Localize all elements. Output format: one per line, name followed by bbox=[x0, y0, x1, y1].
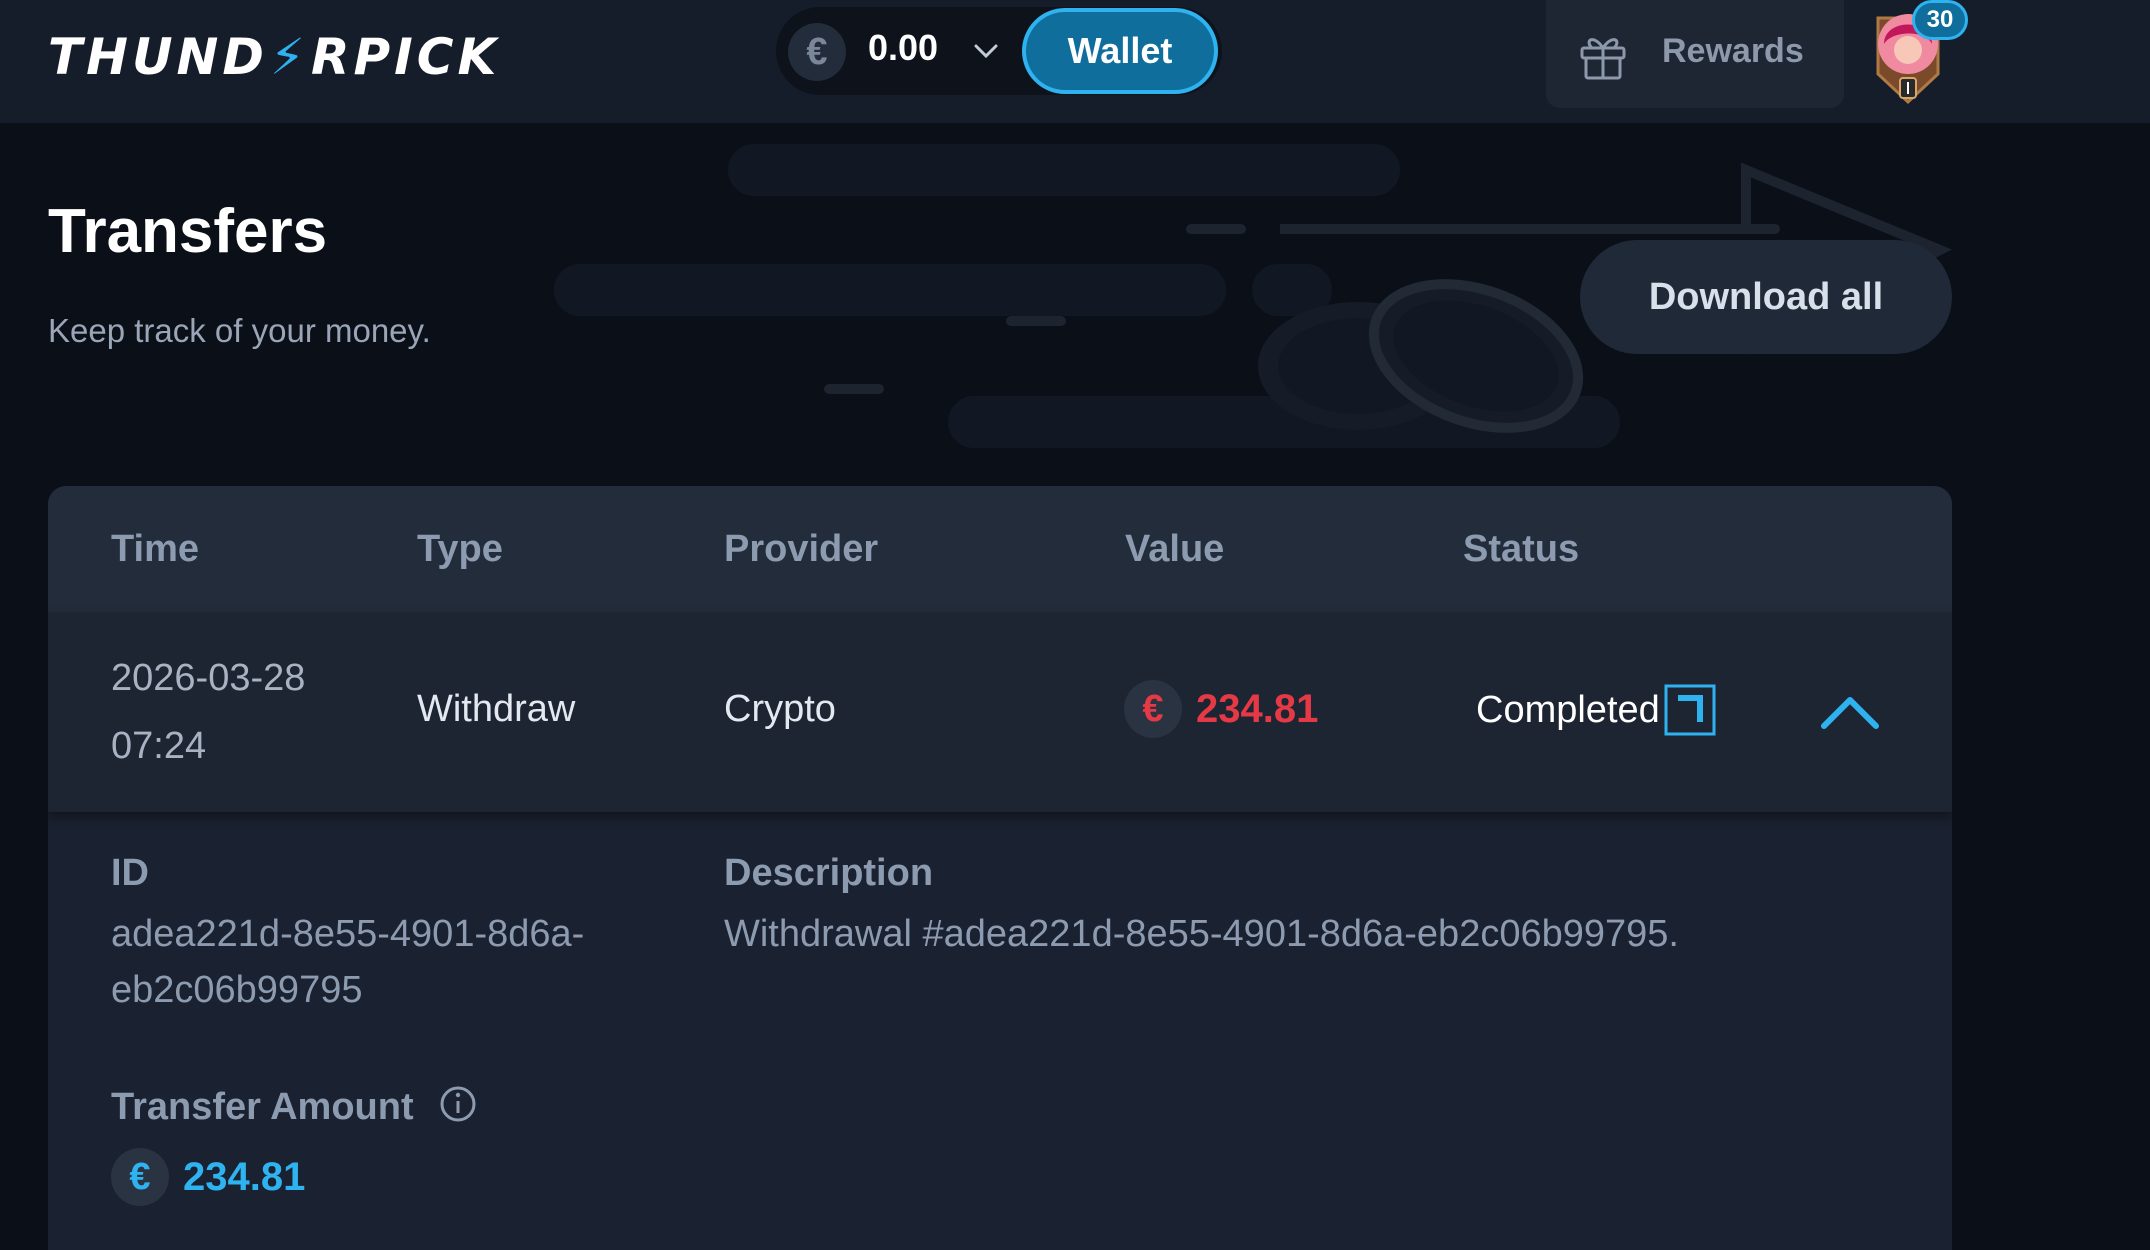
transfer-provider: Crypto bbox=[724, 688, 836, 730]
level-badge: 30 bbox=[1912, 0, 1968, 40]
transfer-date: 2026-03-28 bbox=[111, 657, 306, 699]
download-all-button[interactable]: Download all bbox=[1580, 240, 1952, 354]
logo-text-right: RPICK bbox=[311, 28, 501, 86]
transfer-amount: € 234.81 bbox=[111, 1148, 305, 1206]
euro-currency-icon: € bbox=[788, 23, 846, 81]
transfer-type: Withdraw bbox=[417, 688, 576, 730]
transfer-details-panel: ID adea221d-8e55-4901-8d6a- eb2c06b99795… bbox=[48, 812, 1952, 1250]
column-header-value: Value bbox=[1125, 528, 1225, 570]
euro-currency-icon: € bbox=[111, 1148, 169, 1206]
transfer-clock-time: 07:24 bbox=[111, 725, 207, 767]
rewards-label: Rewards bbox=[1662, 32, 1804, 70]
table-row[interactable]: 2026-03-28 07:24 Withdraw Crypto € 234.8… bbox=[48, 612, 1952, 812]
column-header-time: Time bbox=[111, 528, 200, 570]
transfer-time: 2026-03-28 07:24 bbox=[111, 644, 371, 780]
transfer-amount-value: 234.81 bbox=[183, 1154, 306, 1199]
transfer-id: adea221d-8e55-4901-8d6a- eb2c06b99795 bbox=[111, 906, 584, 1018]
transfer-amount-label: Transfer Amount bbox=[111, 1086, 414, 1128]
transfer-id-line-1: adea221d-8e55-4901-8d6a- bbox=[111, 913, 585, 955]
wallet-button[interactable]: Wallet bbox=[1022, 8, 1218, 94]
thunderpick-logo[interactable]: THUND ⚡ RPICK bbox=[48, 28, 500, 86]
chevron-up-icon[interactable] bbox=[1818, 688, 1882, 734]
transfer-value: € 234.81 bbox=[1124, 680, 1318, 738]
chevron-down-icon[interactable] bbox=[966, 31, 1006, 71]
table-header: Time Type Provider Value Status bbox=[48, 486, 1952, 612]
gift-icon bbox=[1580, 38, 1626, 80]
transfer-description: Withdrawal #adea221d-8e55-4901-8d6a-eb2c… bbox=[724, 913, 1679, 955]
transfer-id-line-2: eb2c06b99795 bbox=[111, 969, 363, 1011]
description-label: Description bbox=[724, 852, 934, 894]
id-label: ID bbox=[111, 852, 149, 894]
external-link-icon[interactable] bbox=[1664, 684, 1716, 736]
transfer-value-amount: 234.81 bbox=[1196, 686, 1319, 731]
page-subtitle: Keep track of your money. bbox=[48, 312, 431, 349]
column-header-type: Type bbox=[417, 528, 503, 570]
transfer-status: Completed bbox=[1476, 684, 1716, 736]
column-header-provider: Provider bbox=[724, 528, 879, 570]
logo-text-left: THUND bbox=[48, 28, 268, 86]
info-icon[interactable] bbox=[438, 1084, 478, 1124]
status-label: Completed bbox=[1476, 688, 1660, 731]
lightning-bolt-icon: ⚡ bbox=[269, 28, 310, 86]
balance-amount: 0.00 bbox=[868, 27, 939, 68]
page-title: Transfers bbox=[48, 197, 328, 266]
rewards-button[interactable]: Rewards bbox=[1546, 0, 1844, 108]
euro-currency-icon: € bbox=[1124, 680, 1182, 738]
transfers-table: Time Type Provider Value Status 2026-03-… bbox=[48, 486, 1952, 1250]
column-header-status: Status bbox=[1463, 528, 1580, 570]
top-navigation-bar: THUND ⚡ RPICK € 0.00 Wallet Rewards 30 bbox=[0, 0, 2150, 124]
